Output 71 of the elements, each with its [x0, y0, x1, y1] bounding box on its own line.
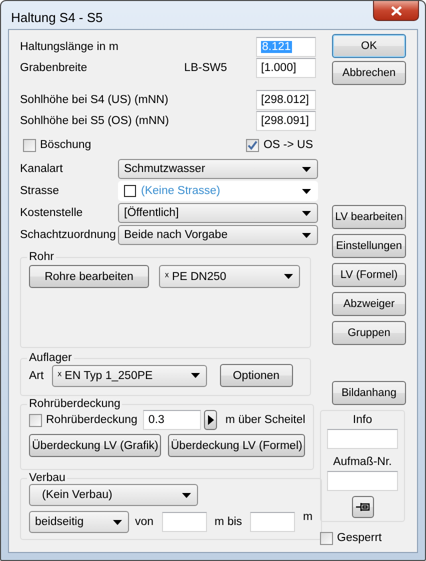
input-field[interactable] — [327, 471, 398, 491]
field-label: Art — [29, 370, 44, 382]
close-button[interactable] — [373, 1, 419, 21]
field-note: LB-SW5 — [184, 62, 227, 74]
checkbox-label: Böschung — [40, 139, 92, 151]
caret-icon — [302, 210, 311, 216]
field-label: Sohlhöhe bei S5 (OS) (mNN) — [20, 114, 170, 126]
checkbox[interactable] — [29, 414, 42, 426]
unit-label: m — [303, 511, 313, 523]
group-title: Auflager — [28, 352, 73, 364]
side-button[interactable]: LV (Formel) — [332, 263, 406, 287]
checkbox[interactable] — [320, 532, 333, 544]
coverage-button[interactable]: Überdeckung LV (Grafik) — [29, 434, 162, 457]
coverage-button[interactable]: Überdeckung LV (Formel) — [168, 434, 306, 457]
checkbox-label: Gesperrt — [337, 532, 382, 544]
dropdown[interactable]: Beide nach Vorgabe — [118, 225, 318, 245]
caret-icon — [302, 232, 311, 238]
checkbox[interactable] — [246, 138, 260, 152]
color-swatch-icon — [124, 185, 136, 197]
input-field[interactable] — [162, 512, 207, 532]
dropdown[interactable]: [Öffentlich] — [118, 203, 318, 223]
caret-icon — [302, 188, 311, 194]
group-title: Rohrüberdeckung — [28, 398, 122, 410]
checkbox-label: Rohrüberdeckung — [46, 414, 138, 426]
pin-button[interactable] — [352, 496, 374, 518]
checkbox-label: OS -> US — [263, 139, 313, 151]
group-title: Verbau — [28, 472, 66, 484]
input-field[interactable]: [298.091] — [256, 110, 316, 130]
field-label: Kanalart — [20, 163, 64, 175]
cancel-button[interactable]: Abbrechen — [332, 61, 406, 85]
input-field[interactable] — [250, 512, 296, 532]
field-label: Kostenstelle — [20, 207, 84, 219]
ok-button[interactable]: OK — [332, 34, 406, 58]
checkbox[interactable] — [23, 138, 36, 152]
edit-pipes-button[interactable]: Rohre bearbeiten — [29, 265, 149, 288]
field-label: Sohlhöhe bei S4 (US) (mNN) — [20, 94, 170, 106]
unit-label: m über Scheitel — [225, 414, 306, 426]
input-field[interactable]: [298.012] — [256, 90, 316, 110]
field-label: Grabenbreite — [20, 62, 88, 74]
side-button[interactable]: Gruppen — [332, 321, 406, 345]
image-attachment-button[interactable]: Bildanhang — [332, 381, 406, 405]
dropdown[interactable]: beidseitig — [29, 511, 129, 533]
input-field[interactable]: 0.3 — [143, 410, 202, 430]
dropdown[interactable]: (Kein Verbau) — [29, 484, 198, 506]
side-button[interactable]: Abzweiger — [332, 292, 406, 316]
caret-icon — [190, 373, 200, 378]
arrow-button[interactable] — [204, 410, 218, 430]
close-icon — [390, 6, 402, 16]
pin-icon — [356, 502, 370, 512]
dropdown[interactable]: ˣ PE DN250 — [159, 265, 300, 288]
window-title: Haltung S4 - S5 — [11, 10, 103, 25]
field-label: Haltungslänge in m — [20, 40, 120, 52]
caret-icon — [302, 166, 311, 172]
play-icon — [208, 415, 214, 425]
dropdown[interactable]: ˣ EN Typ 1_250PE — [52, 364, 207, 386]
field-label: Aufmaß-Nr. — [333, 456, 392, 468]
field-label: Schachtzuordnung — [20, 229, 117, 241]
side-button[interactable]: Einstellungen — [332, 234, 406, 258]
info-title: Info — [352, 414, 372, 426]
input-field[interactable]: [1.000] — [256, 58, 316, 78]
caret-icon — [284, 274, 293, 279]
field-label: m bis — [214, 516, 242, 528]
caret-icon — [182, 492, 191, 498]
group-title: Rohr — [28, 251, 55, 263]
options-button[interactable]: Optionen — [220, 364, 293, 387]
input-field[interactable] — [327, 429, 398, 449]
caret-icon — [113, 520, 122, 524]
dropdown[interactable]: Schmutzwasser — [118, 159, 318, 179]
field-label: von — [135, 516, 154, 528]
side-button[interactable]: LV bearbeiten — [332, 205, 406, 229]
field-label: Strasse — [20, 185, 60, 197]
